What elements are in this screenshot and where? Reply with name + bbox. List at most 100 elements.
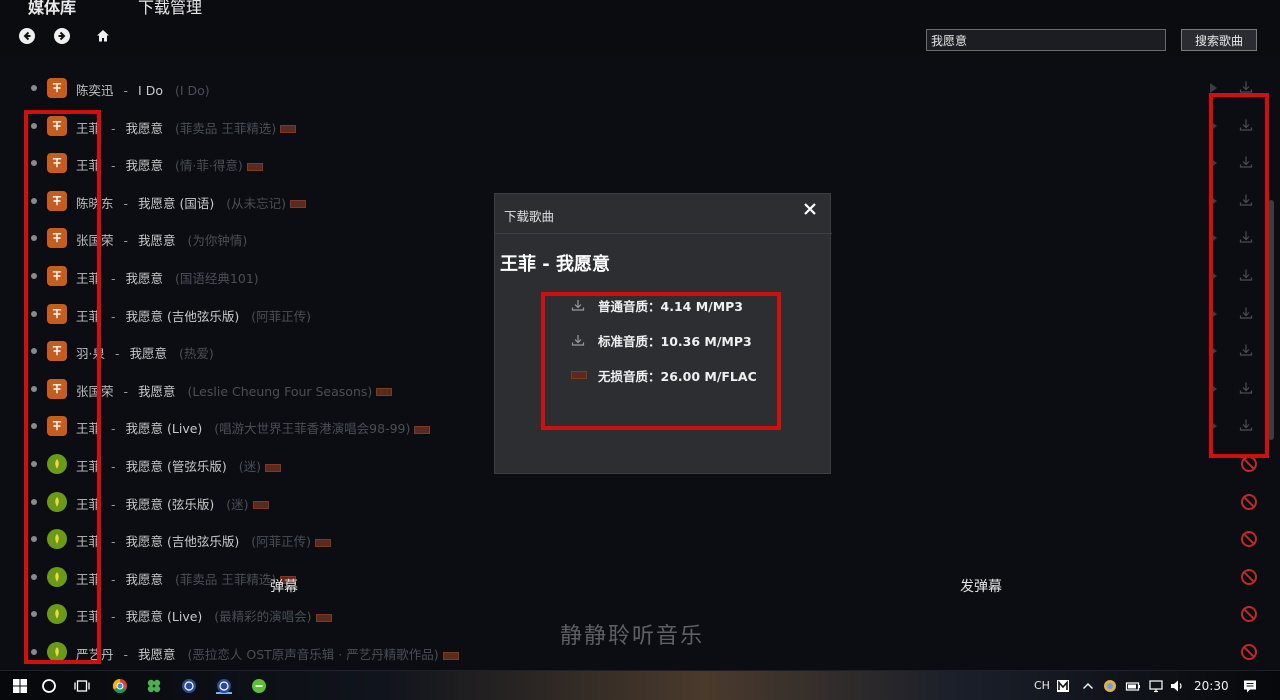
bullet-icon	[31, 611, 37, 618]
network-icon[interactable]	[1148, 678, 1164, 694]
top-bar: 媒体库 下载管理 搜索歌曲	[0, 0, 1280, 56]
play-icon[interactable]	[1210, 120, 1217, 131]
taskbar-clock[interactable]: 20:30	[1194, 679, 1229, 693]
notification-icon[interactable]	[1242, 678, 1258, 694]
m-app-icon[interactable]	[1055, 678, 1071, 694]
search-songs-button[interactable]: 搜索歌曲	[1181, 29, 1257, 51]
song-title: 我愿意	[138, 647, 176, 662]
play-icon[interactable]	[1210, 158, 1217, 169]
song-text: 王菲 - 我愿意 (菲卖品 王菲精选)	[76, 569, 297, 588]
separator: -	[123, 83, 129, 98]
song-row[interactable]: 王菲 - 我愿意 (菲卖品 王菲精选)	[0, 559, 1260, 596]
music-app-active-icon[interactable]	[216, 678, 232, 694]
quality-option-normal[interactable]: 普通音质：4.14 M/MP3	[571, 294, 811, 316]
blocked-icon[interactable]	[1240, 455, 1258, 473]
song-text: 王菲 - 我愿意 (管弦乐版) (迷)	[76, 456, 282, 475]
song-artist: 王菲	[76, 120, 102, 136]
song-album: (国语经典101)	[175, 271, 259, 286]
bullet-icon	[31, 348, 37, 355]
download-icon[interactable]	[1238, 229, 1254, 245]
download-icon[interactable]	[1238, 117, 1254, 133]
input-method-indicator[interactable]: CH	[1034, 679, 1050, 692]
arrow-right-icon	[58, 31, 66, 41]
blocked-icon[interactable]	[1240, 568, 1258, 586]
download-icon[interactable]	[1238, 79, 1254, 95]
blocked-icon[interactable]	[1240, 493, 1258, 511]
forward-button[interactable]	[54, 28, 70, 44]
green-app-icon[interactable]	[251, 678, 267, 694]
song-album: (为你钟情)	[187, 233, 248, 249]
song-text: 严艺丹 - 我愿意 (恶拉恋人 OST原声音乐辑 · 严艺丹精歌作品)	[76, 644, 459, 663]
play-icon[interactable]	[1210, 421, 1217, 432]
search-input[interactable]	[926, 29, 1166, 51]
download-icon[interactable]	[1238, 380, 1254, 396]
green-source-icon	[47, 529, 67, 550]
blocked-icon[interactable]	[1240, 643, 1258, 661]
play-icon[interactable]	[1210, 383, 1217, 394]
xiami-source-icon	[47, 416, 67, 437]
separator: -	[111, 609, 116, 625]
download-icon	[571, 297, 585, 311]
tab-download-manager[interactable]: 下载管理	[138, 0, 202, 18]
bullet-icon	[31, 573, 37, 580]
blocked-icon[interactable]	[1240, 530, 1258, 548]
quality-option-standard[interactable]: 标准音质：10.36 M/MP3	[571, 329, 811, 351]
chevron-up-icon[interactable]	[1080, 678, 1096, 694]
battery-icon[interactable]	[1125, 678, 1141, 694]
play-icon[interactable]	[1210, 195, 1217, 206]
song-text: 王菲 - 我愿意 (情·菲·得意)	[76, 155, 263, 174]
song-title: 我愿意	[138, 383, 176, 399]
download-icon[interactable]	[1238, 267, 1254, 283]
song-title: I Do	[138, 83, 163, 98]
song-artist: 张国荣	[76, 233, 114, 249]
play-icon[interactable]	[1210, 308, 1217, 319]
play-icon[interactable]	[1210, 346, 1217, 357]
cortana-icon[interactable]	[41, 678, 57, 694]
task-view-icon[interactable]	[74, 678, 90, 694]
green-source-icon	[47, 604, 67, 625]
download-icon[interactable]	[1238, 305, 1254, 321]
song-title: 我愿意 (Live)	[125, 421, 203, 437]
song-title: 我愿意 (国语)	[138, 195, 215, 211]
tray-app-icon[interactable]	[1102, 678, 1118, 694]
windows-start-icon[interactable]	[12, 678, 28, 694]
song-text: 王菲 - 我愿意 (吉他弦乐版) (阿菲正传)	[76, 306, 311, 325]
blocked-icon[interactable]	[1240, 605, 1258, 623]
quality-option-label: 标准音质：10.36 M/MP3	[598, 334, 752, 349]
song-row[interactable]: 王菲 - 我愿意 (吉他弦乐版) (阿菲正传)	[0, 521, 1260, 558]
play-icon[interactable]	[1210, 271, 1217, 281]
song-album: (迷)	[238, 459, 262, 474]
volume-icon[interactable]	[1169, 678, 1185, 694]
green-source-icon	[47, 454, 67, 474]
separator: -	[111, 158, 116, 174]
separator: -	[111, 534, 116, 550]
danmaku-label[interactable]: 弹幕	[270, 576, 298, 596]
song-row[interactable]: 王菲 - 我愿意 (情·菲·得意)	[0, 145, 1260, 182]
song-row[interactable]: 王菲 - 我愿意 (菲卖品 王菲精选)	[0, 108, 1260, 145]
tab-media-library[interactable]: 媒体库	[28, 0, 76, 18]
back-button[interactable]	[19, 28, 35, 44]
download-icon[interactable]	[1238, 192, 1254, 208]
download-icon[interactable]	[1238, 342, 1254, 358]
quality-option-label: 普通音质：4.14 M/MP3	[598, 299, 743, 314]
sq-badge-icon	[442, 651, 459, 660]
download-icon[interactable]	[1238, 154, 1254, 170]
play-icon[interactable]	[1210, 233, 1217, 244]
song-text: 张国荣 - 我愿意 (Leslie Cheung Four Seasons)	[76, 381, 393, 400]
song-row[interactable]: 王菲 - 我愿意 (弦乐版) (迷)	[0, 484, 1260, 521]
chrome-icon[interactable]	[112, 678, 128, 694]
home-button[interactable]	[95, 28, 111, 44]
play-icon[interactable]	[1210, 83, 1217, 93]
scrollbar[interactable]	[1268, 200, 1274, 440]
send-danmaku-button[interactable]: 发弹幕	[960, 576, 1002, 596]
clover-icon[interactable]	[146, 678, 162, 694]
song-title: 我愿意	[125, 158, 164, 174]
close-button[interactable]	[803, 201, 819, 217]
music-app-icon[interactable]	[181, 678, 197, 694]
quality-option-lossless[interactable]: 无损音质：26.00 M/FLAC	[571, 364, 811, 386]
song-title: 我愿意 (Live)	[125, 609, 203, 625]
song-text: 王菲 - 我愿意 (Live) (唱游大世界王菲香港演唱会98-99)	[76, 418, 431, 437]
song-row[interactable]: 陈奕迅 - I Do (I Do)	[0, 70, 1260, 107]
sq-badge-icon	[376, 388, 393, 397]
download-icon[interactable]	[1238, 417, 1254, 433]
